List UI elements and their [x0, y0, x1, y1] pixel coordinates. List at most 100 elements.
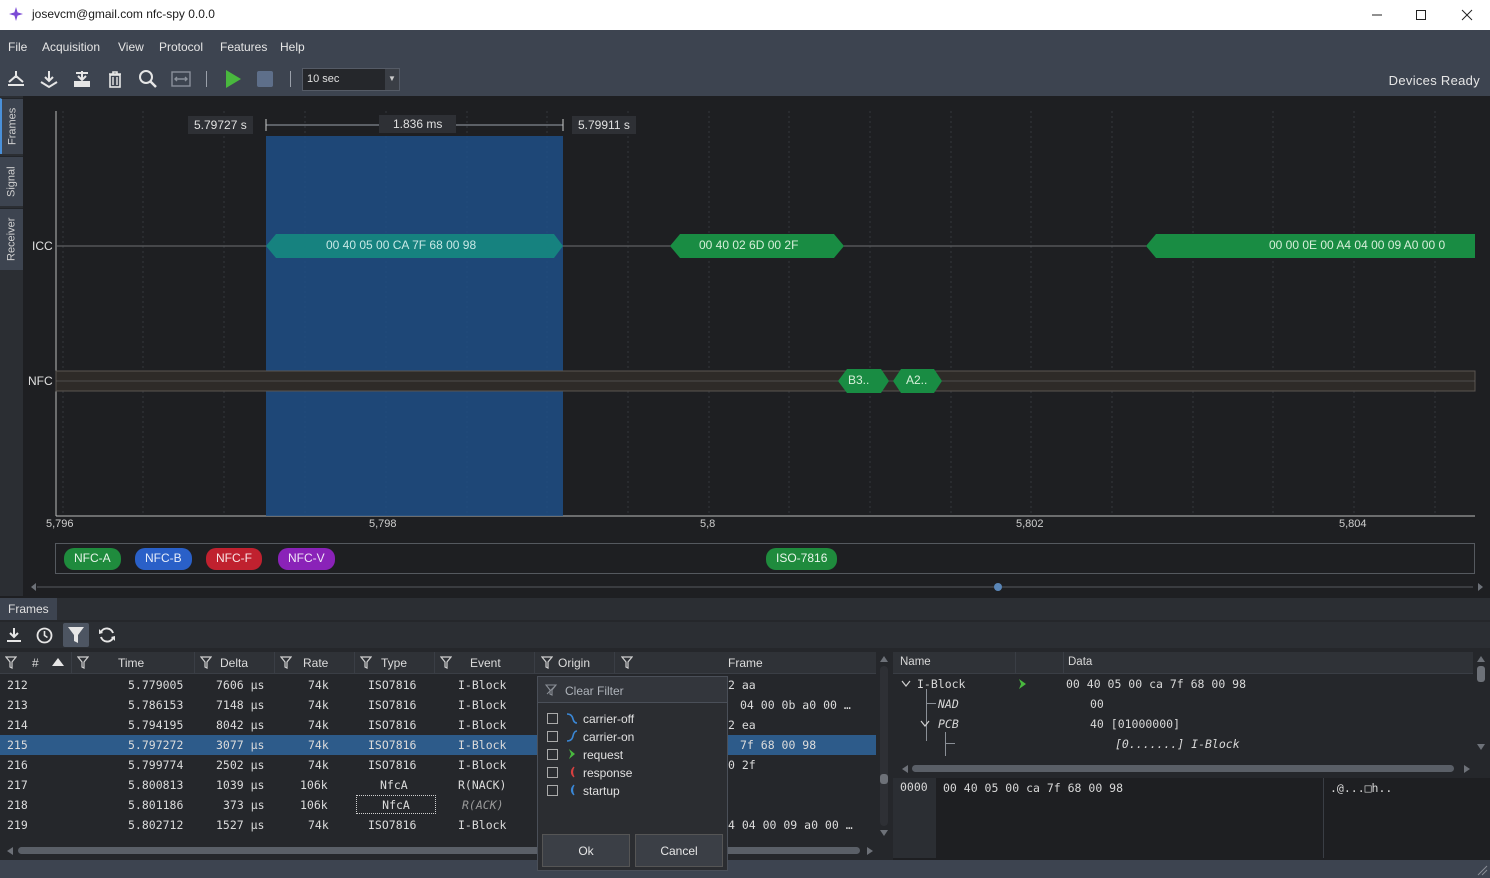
filter-toggle-button[interactable]	[63, 623, 89, 647]
nfc-frame-label[interactable]: A2..	[906, 373, 927, 387]
menu-view[interactable]: View	[118, 40, 144, 54]
tree-node-pcb[interactable]: PCB	[938, 717, 959, 731]
chevron-left-icon[interactable]	[901, 765, 909, 773]
table-row[interactable]: 219 5.802712 1527 µs 74k ISO7816 I-Block…	[0, 815, 876, 835]
tab-frames[interactable]: Frames	[0, 98, 23, 154]
table-row[interactable]: 218 5.801186 373 µs 106k NfcA R(ACK)	[0, 795, 876, 815]
chevron-down-icon[interactable]	[920, 720, 930, 728]
column-header-type[interactable]: Type	[355, 652, 435, 674]
filter-icon[interactable]	[621, 656, 633, 669]
icc-frame-label[interactable]: 00 40 05 00 CA 7F 68 00 98	[326, 238, 476, 252]
scrollbar-thumb[interactable]	[912, 765, 1454, 772]
option-response[interactable]: response	[583, 766, 632, 780]
option-startup[interactable]: startup	[583, 784, 620, 798]
protocol-chip-nfcb[interactable]: NFC-B	[135, 548, 192, 570]
table-row-selected[interactable]: 215 5.797272 3077 µs 74k ISO7816 I-Block…	[0, 735, 876, 755]
column-header-origin[interactable]: Origin	[535, 652, 615, 674]
protocol-chip-nfcf[interactable]: NFC-F	[206, 548, 262, 570]
time-selection[interactable]	[266, 136, 563, 516]
stop-icon[interactable]	[254, 68, 276, 90]
filter-icon[interactable]	[200, 656, 212, 669]
protocol-chip-iso7816[interactable]: ISO-7816	[766, 548, 838, 570]
ok-button[interactable]: Ok	[542, 834, 630, 867]
icc-frame-label[interactable]: 00 00 0E 00 A4 04 00 09 A0 00 0	[1269, 238, 1474, 252]
chevron-down-icon[interactable]	[901, 680, 911, 688]
checkbox-request[interactable]	[547, 749, 558, 760]
frames-panel-tab[interactable]: Frames	[0, 598, 57, 620]
zoom-icon[interactable]	[137, 68, 159, 90]
tab-signal[interactable]: Signal	[0, 156, 23, 206]
table-row[interactable]: 217 5.800813 1039 µs 106k NfcA R(NACK)	[0, 775, 876, 795]
checkbox-carrier-on[interactable]	[547, 731, 558, 742]
detail-vertical-scrollbar[interactable]	[1474, 652, 1488, 752]
time-window-select[interactable]: 10 sec ▼	[302, 68, 400, 91]
menu-file[interactable]: File	[8, 40, 27, 54]
protocol-chip-nfcv[interactable]: NFC-V	[278, 548, 335, 570]
column-header-frame[interactable]: Frame	[615, 652, 876, 674]
column-header-delta[interactable]: Delta	[195, 652, 275, 674]
checkbox-carrier-off[interactable]	[547, 713, 558, 724]
column-header-event[interactable]: Event	[435, 652, 535, 674]
column-header-rate[interactable]: Rate	[275, 652, 355, 674]
chevron-right-icon[interactable]	[1463, 765, 1471, 773]
filter-icon[interactable]	[360, 656, 372, 669]
menu-protocol[interactable]: Protocol	[159, 40, 203, 54]
scrollbar-thumb[interactable]	[880, 774, 888, 784]
protocol-chip-nfca[interactable]: NFC-A	[64, 548, 121, 570]
chevron-down-icon[interactable]	[1477, 744, 1485, 750]
option-carrier-on[interactable]: carrier-on	[583, 730, 634, 744]
close-button[interactable]	[1444, 0, 1490, 30]
table-row[interactable]: 214 5.794195 8042 µs 74k ISO7816 I-Block…	[0, 715, 876, 735]
table-row[interactable]: 216 5.799774 2502 µs 74k ISO7816 I-Block…	[0, 755, 876, 775]
option-carrier-off[interactable]: carrier-off	[583, 712, 634, 726]
column-header-number[interactable]: #	[0, 652, 72, 674]
resize-grip-icon[interactable]	[1476, 864, 1488, 876]
delete-icon[interactable]	[104, 68, 126, 90]
timeline-plot[interactable]: ICC NFC 5.79727 s 1.836 ms 5.79911 s 00 …	[23, 96, 1490, 596]
chevron-up-icon[interactable]	[880, 656, 888, 662]
refresh-icon[interactable]	[97, 625, 117, 645]
table-row[interactable]: 212 5.779005 7606 µs 74k ISO7816 I-Block…	[0, 675, 876, 695]
column-header-time[interactable]: Time	[72, 652, 195, 674]
chevron-down-icon[interactable]	[880, 830, 888, 836]
filter-icon[interactable]	[77, 656, 89, 669]
checkbox-response[interactable]	[547, 767, 558, 778]
frames-vertical-scrollbar[interactable]	[877, 652, 891, 842]
tab-receiver[interactable]: Receiver	[0, 208, 23, 270]
download-icon[interactable]	[5, 626, 23, 644]
menu-help[interactable]: Help	[280, 40, 305, 54]
menu-acquisition[interactable]: Acquisition	[42, 40, 100, 54]
filter-icon[interactable]	[440, 656, 452, 669]
clear-filter-button[interactable]: Clear Filter	[538, 677, 727, 703]
tree-node-iblock[interactable]: I-Block	[917, 677, 965, 691]
scrollbar-thumb[interactable]	[18, 847, 860, 854]
frames-horizontal-scrollbar[interactable]	[0, 844, 876, 858]
chevron-right-icon[interactable]	[866, 847, 874, 855]
play-icon[interactable]	[222, 68, 244, 90]
detail-horizontal-scrollbar[interactable]	[893, 762, 1473, 776]
chevron-up-icon[interactable]	[1477, 656, 1485, 662]
option-request[interactable]: request	[583, 748, 623, 762]
maximize-button[interactable]	[1398, 0, 1444, 30]
chevron-down-icon[interactable]: ▼	[385, 69, 399, 90]
cell-type: ISO7816	[368, 718, 417, 732]
checkbox-startup[interactable]	[547, 785, 558, 796]
open-icon[interactable]	[5, 68, 27, 90]
nfc-frame-label[interactable]: B3..	[848, 373, 869, 387]
cancel-button[interactable]: Cancel	[635, 834, 723, 867]
minimize-button[interactable]	[1354, 0, 1400, 30]
tree-node-nad[interactable]: NAD	[938, 697, 959, 711]
filter-icon[interactable]	[5, 656, 17, 669]
filter-icon[interactable]	[280, 656, 292, 669]
save-icon[interactable]	[38, 68, 60, 90]
table-row[interactable]: 213 5.786153 7148 µs 74k ISO7816 I-Block…	[0, 695, 876, 715]
menu-features[interactable]: Features	[220, 40, 267, 54]
fit-icon[interactable]	[170, 68, 192, 90]
filter-icon[interactable]	[541, 656, 553, 669]
chevron-left-icon[interactable]	[6, 847, 14, 855]
scrollbar-thumb[interactable]	[1477, 666, 1485, 682]
cell-type[interactable]: NfcA	[356, 795, 436, 814]
icc-frame-label[interactable]: 00 40 02 6D 00 2F	[699, 238, 798, 252]
time-reference-icon[interactable]	[35, 626, 54, 645]
export-icon[interactable]	[71, 68, 93, 90]
